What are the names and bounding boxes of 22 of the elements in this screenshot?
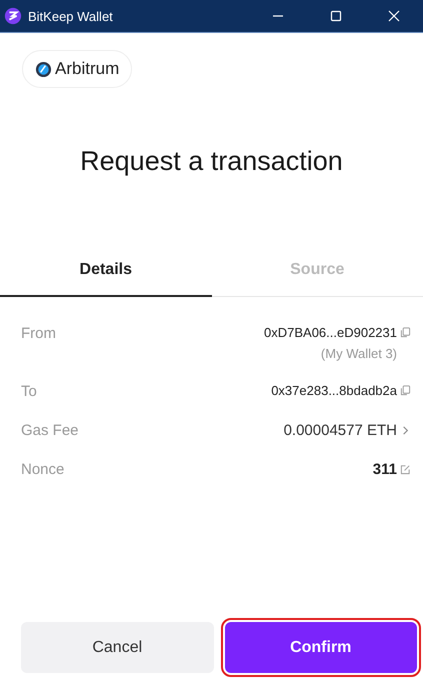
field-label: Gas Fee <box>21 422 79 439</box>
field-value: 0x37e283...8bdadb2a <box>271 383 397 398</box>
field-label: To <box>21 383 37 400</box>
network-logo-icon <box>35 60 52 78</box>
copy-icon[interactable] <box>400 327 411 338</box>
close-icon[interactable] <box>388 10 400 22</box>
app-logo-icon <box>4 7 22 25</box>
copy-icon[interactable] <box>400 385 411 396</box>
window-title: BitKeep Wallet <box>28 8 114 24</box>
field-value: 0xD7BA06...eD902231 <box>264 325 397 340</box>
confirm-button[interactable]: Confirm <box>224 622 417 673</box>
field-label: Nonce <box>21 461 64 478</box>
edit-icon[interactable] <box>400 464 411 475</box>
field-label: From <box>21 325 56 342</box>
network-chip[interactable]: Arbitrum <box>22 50 132 88</box>
field-value: 0.00004577 ETH <box>284 422 397 439</box>
field-value: 311 <box>372 461 397 478</box>
tab[interactable]: Details <box>0 251 212 297</box>
cancel-button[interactable]: Cancel <box>21 622 214 673</box>
wallet-name: (My Wallet 3) <box>320 346 397 361</box>
page-heading: Request a transaction <box>79 146 344 177</box>
maximize-icon[interactable] <box>330 10 342 22</box>
